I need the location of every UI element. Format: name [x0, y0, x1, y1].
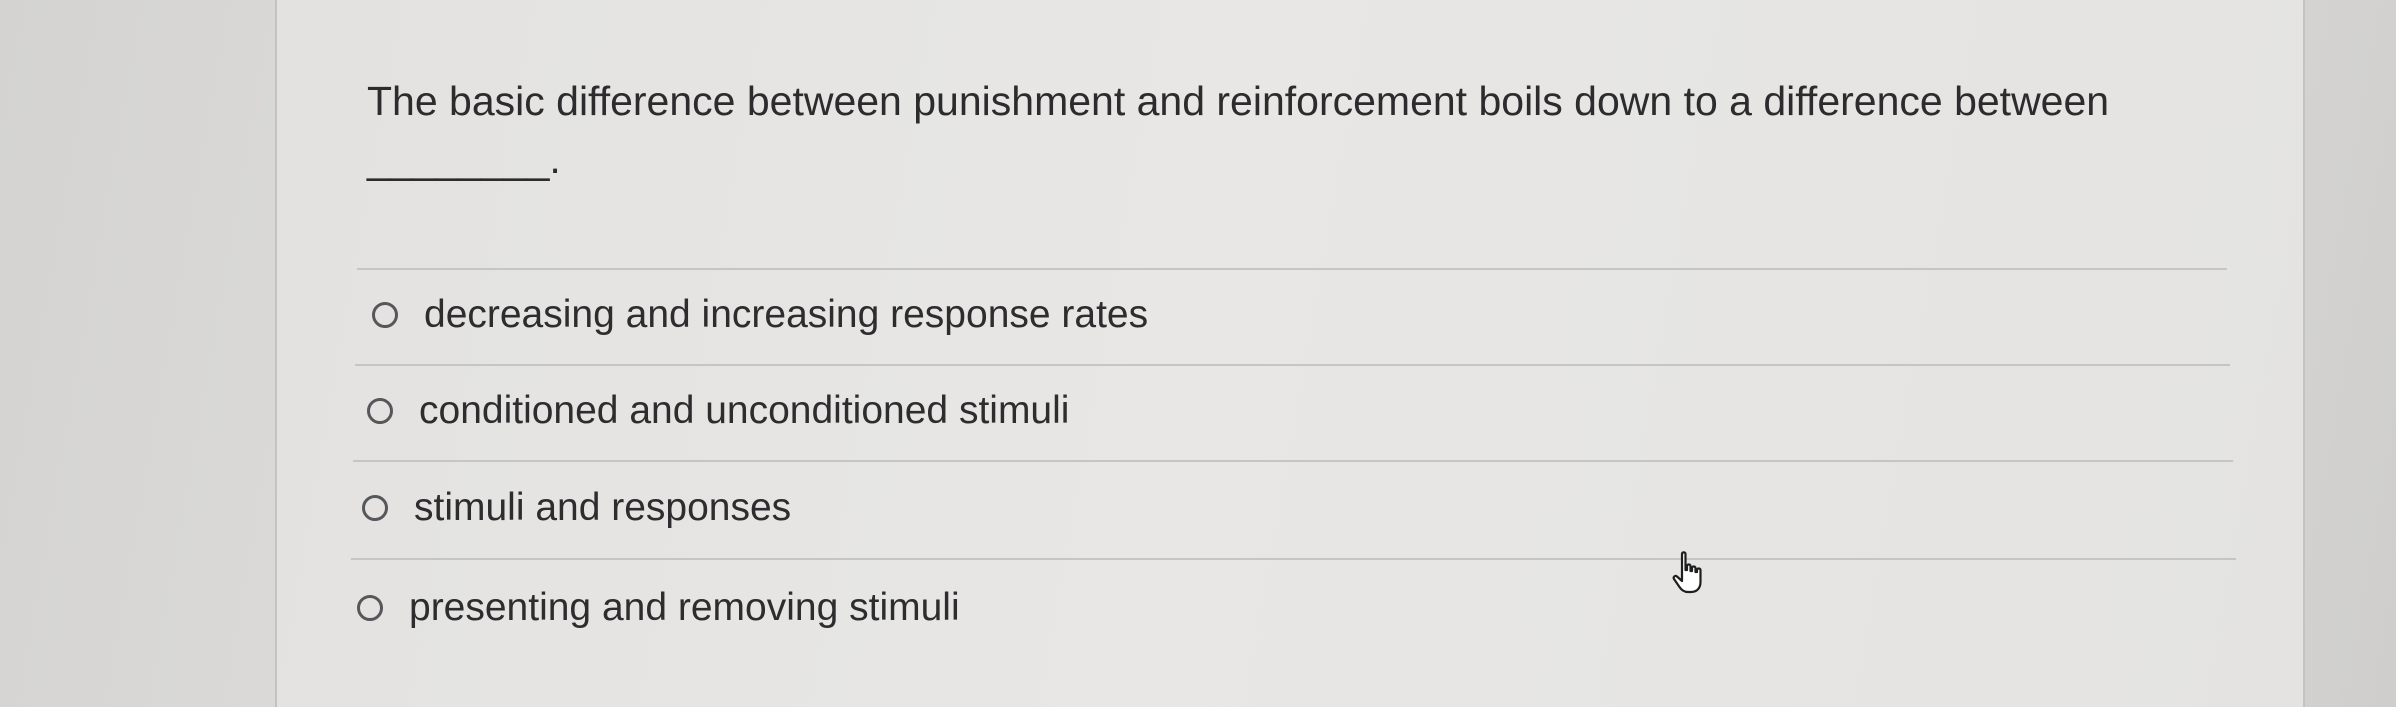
- option-label: decreasing and increasing response rates: [424, 293, 1149, 336]
- option-conditioned-unconditioned[interactable]: conditioned and unconditioned stimuli: [367, 381, 1069, 441]
- question-text: The basic difference between punishment …: [367, 78, 2110, 182]
- divider-top: [357, 268, 2227, 270]
- radio-empty-icon[interactable]: [372, 302, 398, 328]
- divider-1: [355, 364, 2230, 366]
- question-panel: The basic difference between punishment …: [275, 0, 2305, 707]
- radio-empty-icon[interactable]: [367, 398, 393, 424]
- radio-empty-icon[interactable]: [362, 495, 388, 521]
- option-label: presenting and removing stimuli: [409, 586, 960, 629]
- option-label: stimuli and responses: [414, 486, 792, 529]
- option-decreasing-increasing[interactable]: decreasing and increasing response rates: [372, 285, 1148, 345]
- divider-2: [353, 460, 2233, 462]
- option-presenting-removing[interactable]: presenting and removing stimuli: [357, 578, 960, 638]
- radio-empty-icon[interactable]: [357, 595, 383, 621]
- option-stimuli-responses[interactable]: stimuli and responses: [362, 478, 791, 538]
- hand-pointer-cursor-icon: [1672, 551, 1702, 594]
- option-label: conditioned and unconditioned stimuli: [419, 389, 1070, 432]
- divider-3: [351, 558, 2236, 560]
